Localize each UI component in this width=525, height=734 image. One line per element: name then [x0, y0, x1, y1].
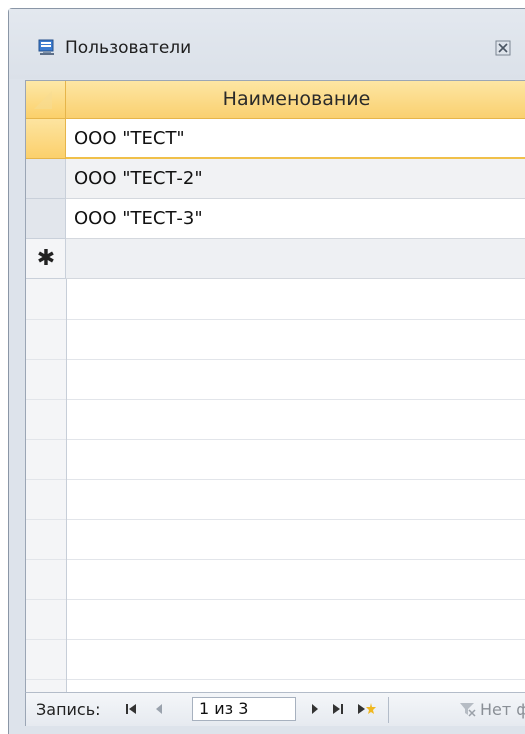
grid-line — [26, 679, 525, 680]
table-row[interactable]: ООО "ТЕСТ-2" — [26, 159, 525, 199]
first-record-icon[interactable] — [124, 701, 138, 717]
grid-line — [26, 639, 525, 640]
form-icon — [38, 39, 54, 55]
next-record-icon[interactable] — [308, 701, 322, 717]
record-label: Запись: — [36, 700, 101, 719]
column-header-name[interactable]: Наименование — [66, 81, 525, 119]
record-selector[interactable] — [26, 199, 66, 239]
filter-icon[interactable] — [458, 701, 478, 717]
current-record-field[interactable]: 1 из 3 — [192, 697, 296, 721]
previous-record-icon[interactable] — [152, 701, 166, 717]
close-icon[interactable] — [493, 38, 513, 58]
grid-line — [26, 359, 525, 360]
form-title-bar[interactable]: Пользователи — [9, 9, 525, 79]
table-row[interactable]: ООО "ТЕСТ" — [26, 119, 525, 159]
record-selector[interactable] — [26, 159, 66, 199]
cell-name[interactable]: ООО "ТЕСТ" — [66, 119, 525, 159]
cell-name[interactable]: ООО "ТЕСТ-3" — [66, 199, 525, 239]
form-window: Пользователи Наименование ООО "ТЕСТ" ООО… — [8, 8, 525, 734]
grid-line — [26, 399, 525, 400]
select-all-icon — [34, 91, 52, 109]
new-record-icon: ✱ — [36, 246, 56, 271]
grid-line — [26, 479, 525, 480]
form-title: Пользователи — [65, 38, 192, 58]
table-row[interactable]: ООО "ТЕСТ-3" — [26, 199, 525, 239]
select-all-button[interactable] — [26, 81, 66, 119]
grid-line — [26, 319, 525, 320]
new-record-button-icon[interactable] — [356, 701, 378, 717]
new-record-row[interactable]: ✱ — [26, 239, 525, 279]
filter-status[interactable]: Нет ф — [480, 700, 525, 719]
grid-line — [26, 439, 525, 440]
cell-name[interactable]: ООО "ТЕСТ-2" — [66, 159, 525, 199]
header-row: Наименование — [26, 81, 525, 119]
grid-line — [26, 599, 525, 600]
grid-line — [26, 559, 525, 560]
datasheet-grid: Наименование ООО "ТЕСТ" ООО "ТЕСТ-2" ООО… — [25, 80, 525, 693]
last-record-icon[interactable] — [330, 701, 346, 717]
record-navigation-bar: Запись: 1 из 3 Нет ф — [25, 692, 525, 726]
grid-line — [26, 519, 525, 520]
record-selector[interactable] — [26, 119, 66, 159]
cell-name[interactable] — [66, 239, 525, 279]
separator — [388, 697, 389, 723]
grid-divider — [66, 279, 67, 693]
